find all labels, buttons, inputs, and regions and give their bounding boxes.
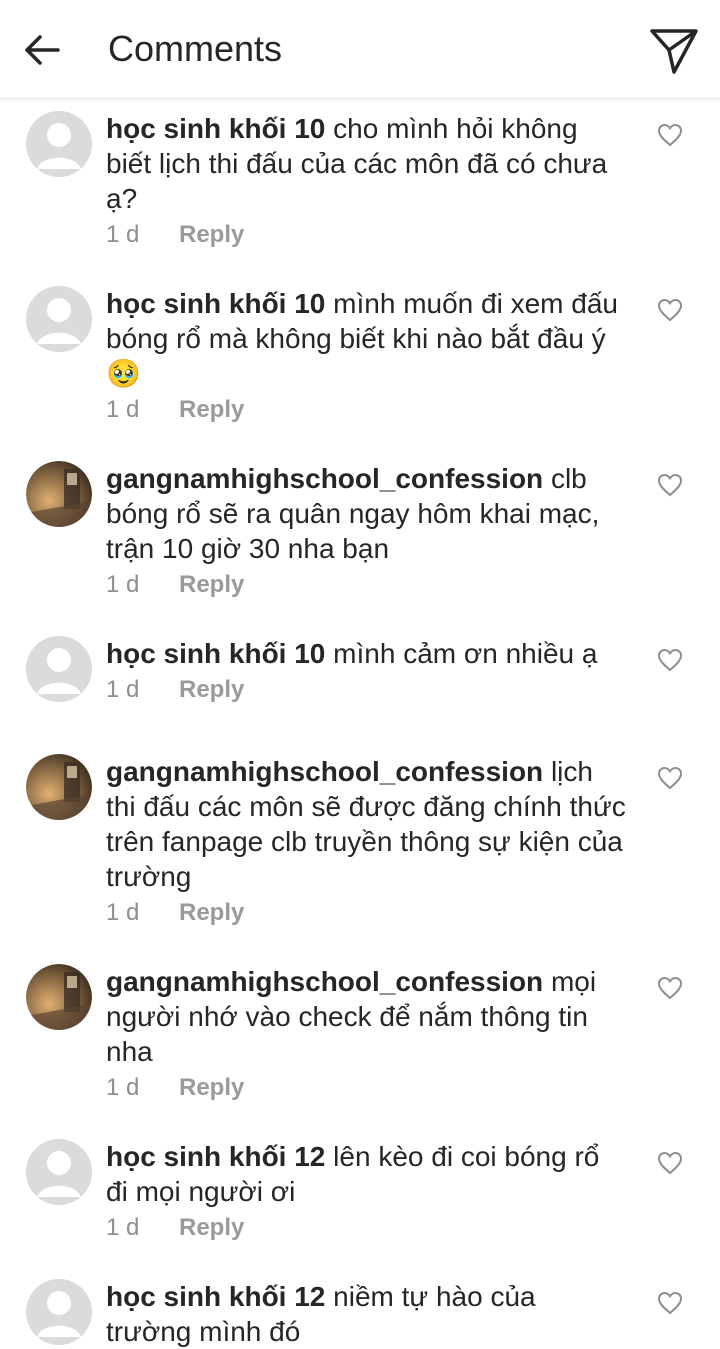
avatar[interactable] — [26, 286, 92, 352]
default-avatar-icon — [26, 1139, 92, 1205]
comment-text: học sinh khối 10 mình muốn đi xem đấu bó… — [106, 286, 626, 391]
page-title: Comments — [108, 28, 283, 69]
reply-button[interactable]: Reply — [179, 1214, 244, 1241]
comment-text: gangnamhighschool_confession mọi người n… — [106, 964, 626, 1069]
avatar[interactable] — [26, 964, 92, 1030]
comment-time: 1 d — [106, 1074, 140, 1101]
comment-username[interactable]: gangnamhighschool_confession — [106, 756, 543, 787]
avatar[interactable] — [26, 1139, 92, 1205]
comment-time: 1 d — [106, 396, 140, 423]
heart-icon[interactable] — [657, 976, 683, 1000]
heart-icon[interactable] — [657, 473, 683, 497]
heart-icon[interactable] — [657, 1151, 683, 1175]
comment-username[interactable]: gangnamhighschool_confession — [106, 966, 543, 997]
comment-username[interactable]: học sinh khối 10 — [106, 288, 325, 319]
reply-button[interactable]: Reply — [179, 221, 244, 248]
comment-username[interactable]: học sinh khối 10 — [106, 113, 325, 144]
comment-meta: 1 d Reply — [106, 899, 244, 927]
avatar[interactable] — [26, 461, 92, 527]
comment-text: học sinh khối 12 lên kèo đi coi bóng rổ … — [106, 1139, 626, 1209]
comment-text: gangnamhighschool_confession clb bóng rổ… — [106, 461, 626, 566]
comment-text: gangnamhighschool_confession lịch thi đấ… — [106, 754, 626, 894]
comment-time: 1 d — [106, 1214, 140, 1241]
reply-button[interactable]: Reply — [179, 899, 244, 926]
comment-time: 1 d — [106, 676, 140, 703]
comment-meta: 1 d Reply — [106, 1074, 244, 1102]
photo-avatar-icon — [26, 754, 92, 820]
avatar[interactable] — [26, 111, 92, 177]
comment-meta: 1 d Reply — [106, 571, 244, 599]
comment-body: mình cảm ơn nhiều ạ — [333, 638, 598, 669]
avatar[interactable] — [26, 1279, 92, 1345]
reply-button[interactable]: Reply — [179, 676, 244, 703]
photo-avatar-icon — [26, 964, 92, 1030]
default-avatar-icon — [26, 111, 92, 177]
avatar[interactable] — [26, 754, 92, 820]
heart-icon[interactable] — [657, 766, 683, 790]
heart-icon[interactable] — [657, 1291, 683, 1315]
comment-time: 1 d — [106, 571, 140, 598]
comment-text: học sinh khối 12 niềm tự hào của trường … — [106, 1279, 626, 1349]
heart-icon[interactable] — [657, 123, 683, 147]
default-avatar-icon — [26, 1279, 92, 1345]
send-icon[interactable] — [648, 26, 700, 76]
comment-time: 1 d — [106, 899, 140, 926]
comment-username[interactable]: học sinh khối 12 — [106, 1281, 325, 1312]
reply-button[interactable]: Reply — [179, 1074, 244, 1101]
top-bar: Comments — [0, 0, 720, 99]
default-avatar-icon — [26, 286, 92, 352]
reply-button[interactable]: Reply — [179, 396, 244, 423]
photo-avatar-icon — [26, 461, 92, 527]
reply-button[interactable]: Reply — [179, 571, 244, 598]
comment-time: 1 d — [106, 221, 140, 248]
comment-meta: 1 d Reply — [106, 1214, 244, 1242]
heart-icon[interactable] — [657, 648, 683, 672]
comment-meta: 1 d Reply — [106, 221, 244, 249]
comment-username[interactable]: gangnamhighschool_confession — [106, 463, 543, 494]
back-arrow-icon[interactable] — [22, 30, 62, 70]
comment-username[interactable]: học sinh khối 10 — [106, 638, 325, 669]
comment-meta: 1 d Reply — [106, 396, 244, 424]
comment-text: học sinh khối 10 mình cảm ơn nhiều ạ — [106, 636, 626, 671]
heart-icon[interactable] — [657, 298, 683, 322]
avatar[interactable] — [26, 636, 92, 702]
default-avatar-icon — [26, 636, 92, 702]
comment-meta: 1 d Reply — [106, 676, 244, 704]
comment-username[interactable]: học sinh khối 12 — [106, 1141, 325, 1172]
comment-text: học sinh khối 10 cho mình hỏi không biết… — [106, 111, 626, 216]
